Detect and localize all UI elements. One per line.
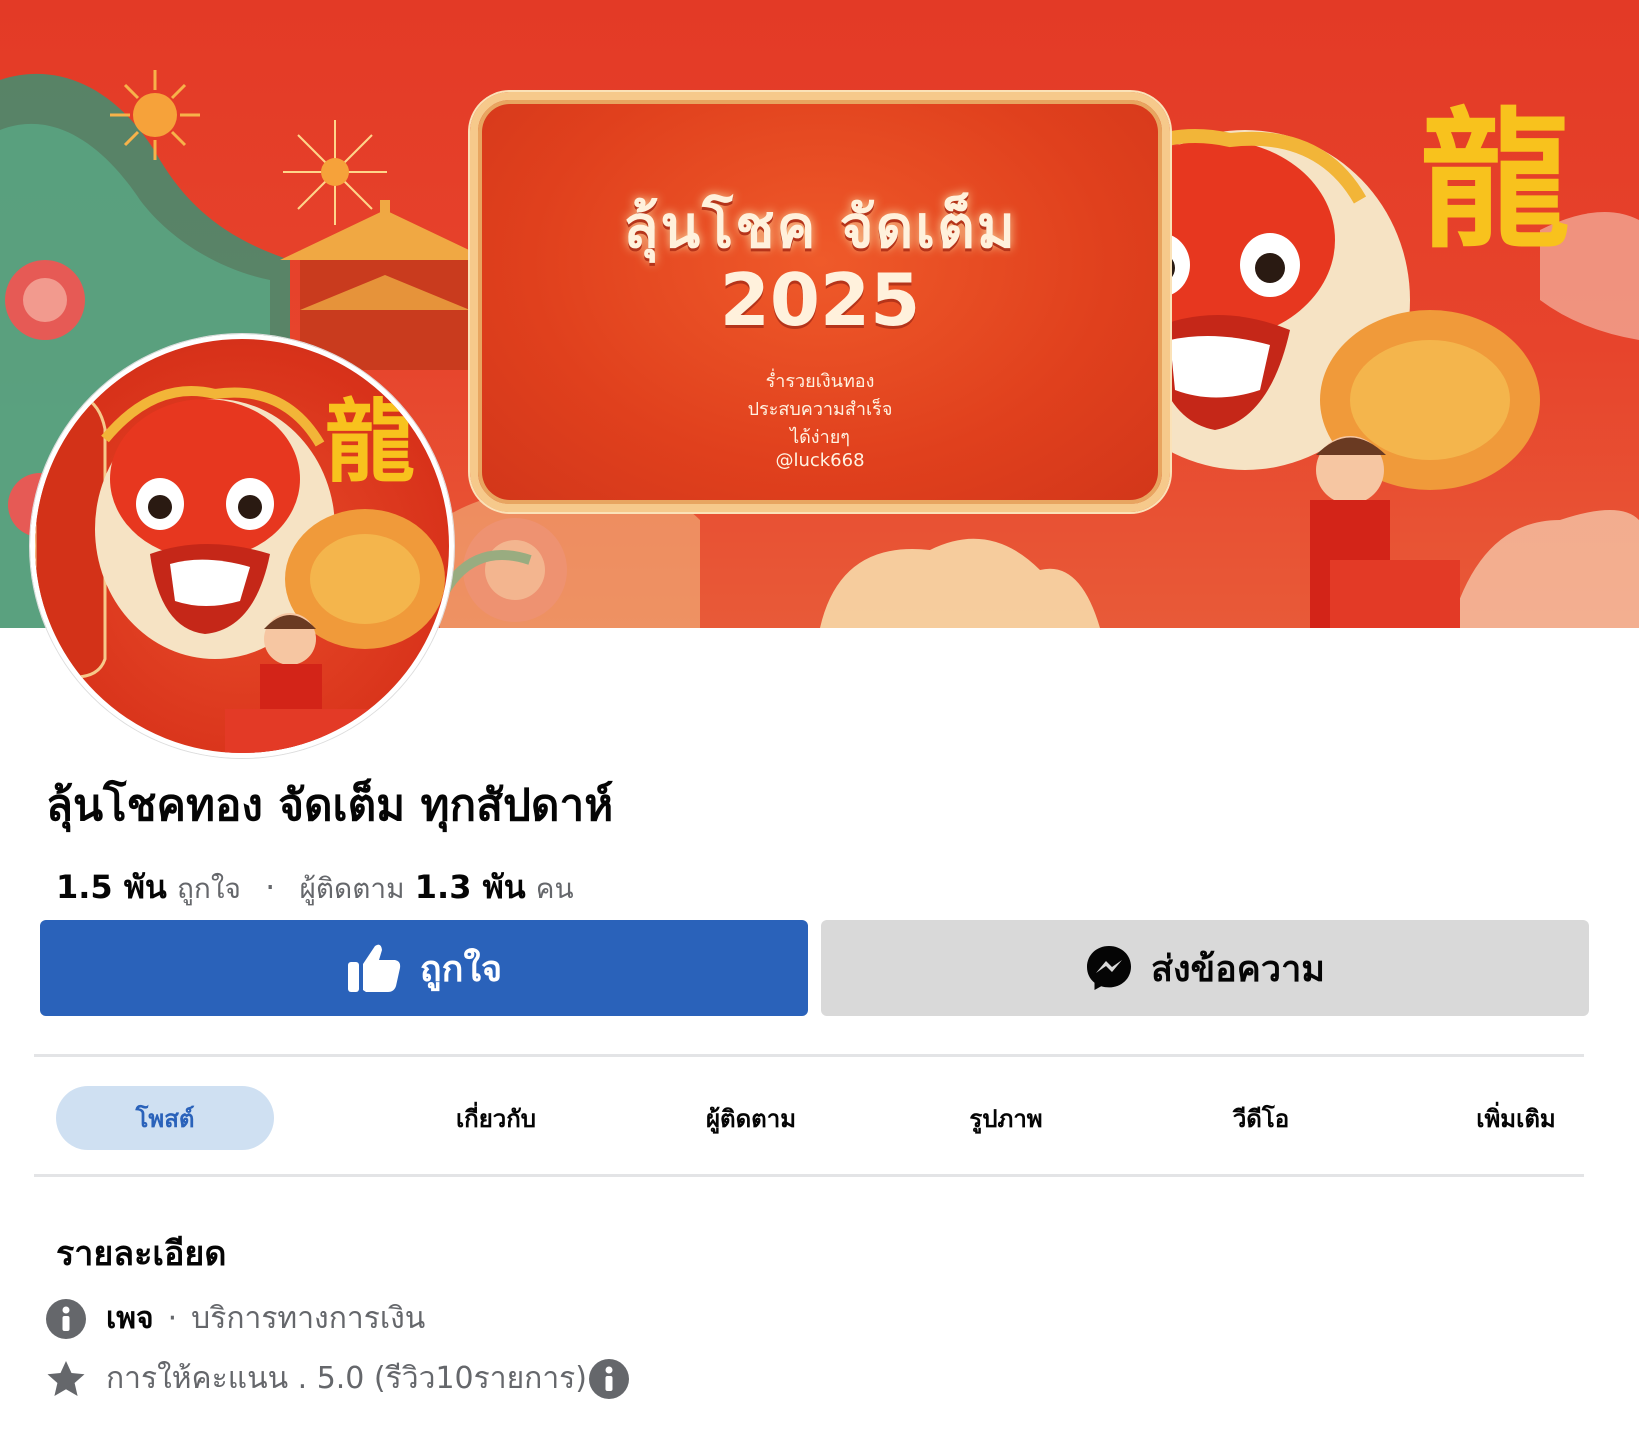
category-separator: · bbox=[167, 1301, 178, 1336]
cover-year: 2025 bbox=[719, 258, 921, 342]
like-button[interactable]: ถูกใจ bbox=[40, 920, 808, 1016]
page-category: บริการทางการเงิน bbox=[191, 1301, 426, 1336]
send-message-label: ส่งข้อความ bbox=[1150, 948, 1326, 990]
cover-handle: @luck668 bbox=[775, 450, 865, 471]
likes-count[interactable]: 1.5 พัน bbox=[56, 868, 167, 906]
tab-videos[interactable]: วีดีโอ bbox=[1141, 1086, 1381, 1150]
page-tabs: โพสต์ เกี่ยวกับ ผู้ติดตาม รูปภาพ วีดีโอ … bbox=[34, 1056, 1584, 1176]
cover-title-frame: ลุ้นโชค จัดเต็ม 2025 ร่ำรวยเงินทอง ประสบ… bbox=[470, 92, 1170, 512]
like-button-label: ถูกใจ bbox=[419, 948, 503, 990]
star-icon bbox=[47, 1360, 85, 1396]
rating-text: การให้คะแนน . 5.0 (รีวิว10รายการ) bbox=[106, 1361, 587, 1396]
messenger-icon bbox=[1086, 946, 1131, 990]
page-title: ลุ้นโชคทอง จัดเต็ม ทุกสัปดาห์ bbox=[46, 780, 614, 831]
hanzi-dragon-text: 龍 bbox=[1420, 93, 1571, 269]
likes-label: ถูกใจ bbox=[176, 872, 241, 905]
profile-picture[interactable]: 龍 bbox=[30, 334, 454, 758]
tab-followers[interactable]: ผู้ติดตาม bbox=[631, 1086, 871, 1150]
tab-photos[interactable]: รูปภาพ bbox=[886, 1086, 1126, 1150]
cover-subtitle-3: ได้ง่ายๆ bbox=[790, 427, 850, 448]
avatar-hanzi-text: 龍 bbox=[325, 389, 415, 495]
cover-subtitle-2: ประสบความสำเร็จ bbox=[747, 399, 893, 420]
tab-posts[interactable]: โพสต์ bbox=[56, 1086, 274, 1150]
followers-unit: คน bbox=[535, 872, 574, 905]
send-message-button[interactable]: ส่งข้อความ bbox=[821, 920, 1589, 1016]
divider-bottom bbox=[34, 1174, 1584, 1177]
followers-count[interactable]: 1.3 พัน bbox=[415, 868, 526, 906]
tab-more[interactable]: เพิ่มเติม bbox=[1396, 1086, 1636, 1150]
page-type: เพจ bbox=[106, 1301, 154, 1336]
details-heading: รายละเอียด bbox=[56, 1234, 227, 1274]
info-icon bbox=[46, 1298, 86, 1339]
stats-separator: · bbox=[265, 868, 276, 906]
rating-row: การให้คะแนน . 5.0 (รีวิว10รายการ) bbox=[46, 1355, 629, 1402]
cover-subtitle-1: ร่ำรวยเงินทอง bbox=[765, 371, 875, 392]
thumbs-up-icon bbox=[347, 944, 401, 992]
tab-about[interactable]: เกี่ยวกับ bbox=[376, 1086, 616, 1150]
page-stats: 1.5 พัน ถูกใจ · ผู้ติดตาม 1.3 พัน คน bbox=[56, 862, 574, 913]
followers-label: ผู้ติดตาม bbox=[299, 872, 405, 905]
page-category-row: เพจ · บริการทางการเงิน bbox=[46, 1295, 425, 1342]
rating-info-icon[interactable] bbox=[588, 1358, 629, 1399]
